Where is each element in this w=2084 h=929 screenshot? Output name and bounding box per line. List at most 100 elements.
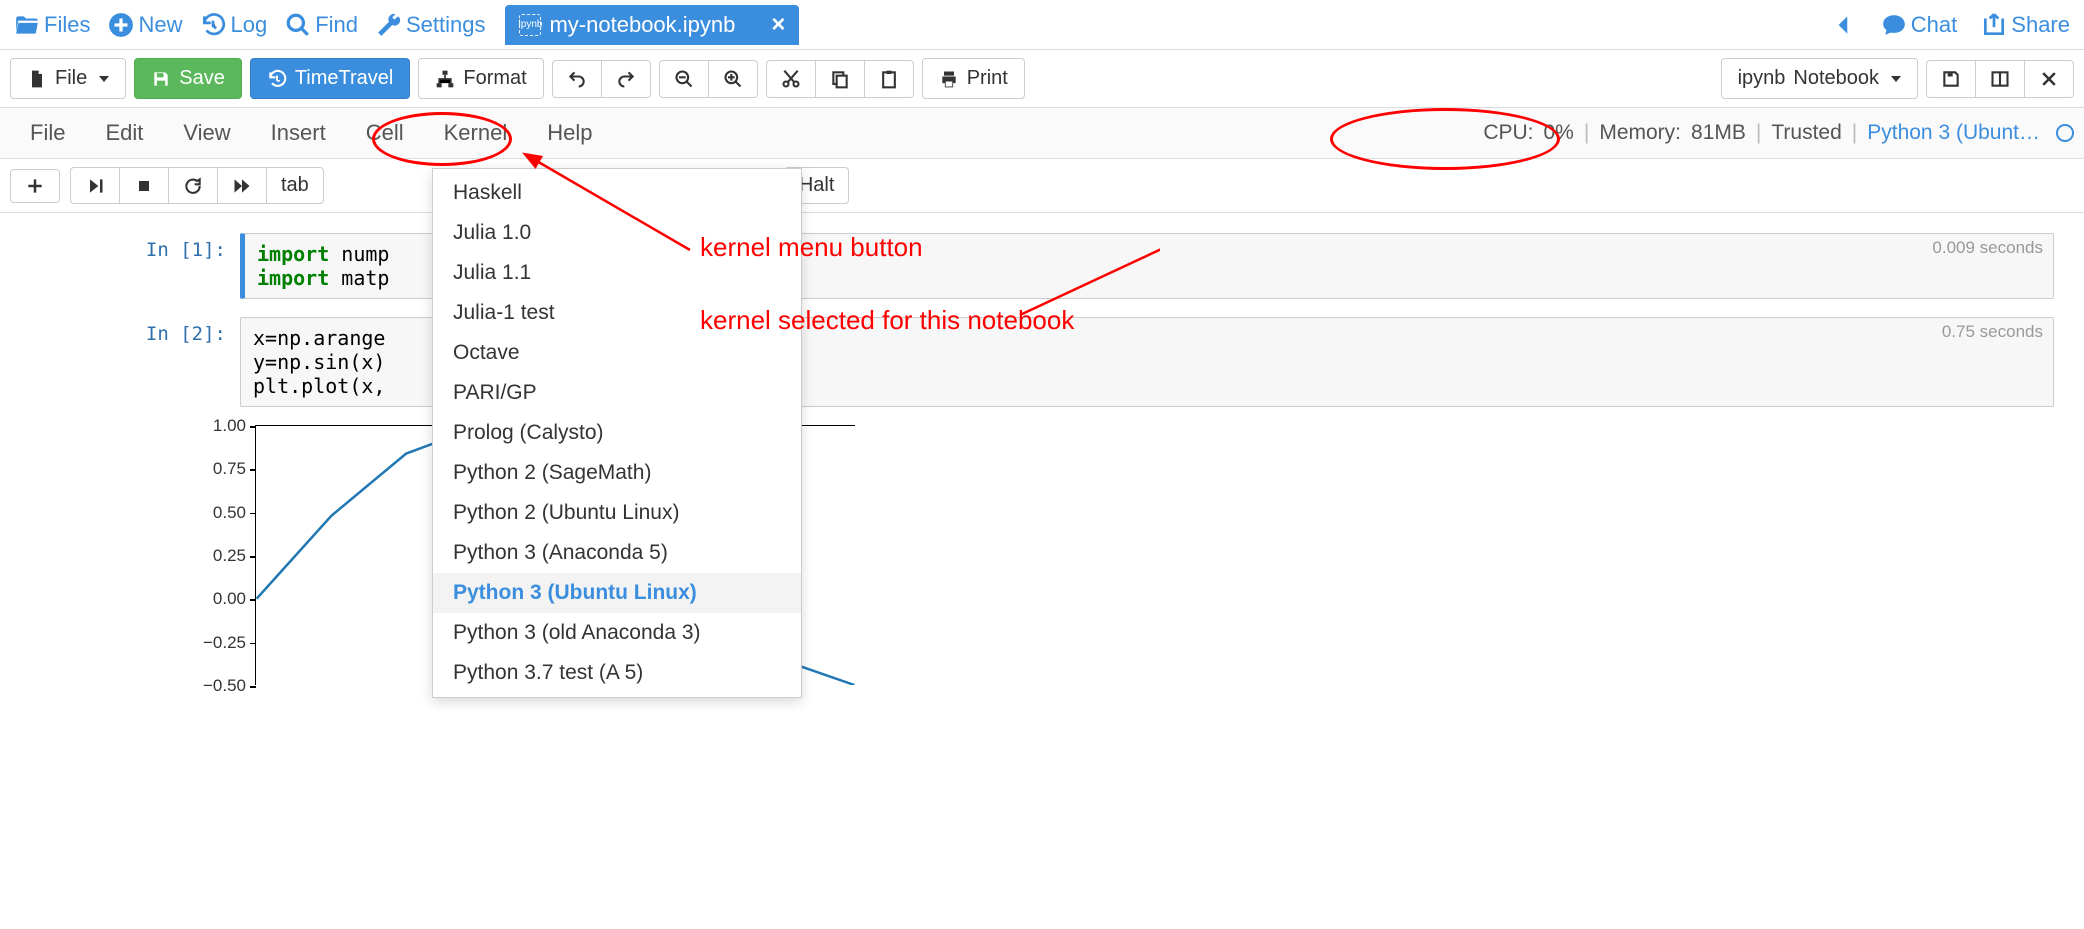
log-link[interactable]: Log	[194, 10, 273, 40]
kernel-indicator[interactable]: Python 3 (Ubunt…	[1867, 121, 2040, 145]
ytick-label: 1.00	[186, 416, 246, 436]
ytick-label: −0.25	[186, 633, 246, 653]
timetravel-button[interactable]: TimeTravel	[250, 58, 411, 99]
chat-link[interactable]: Chat	[1875, 10, 1963, 40]
run-button[interactable]	[70, 167, 119, 204]
settings-link[interactable]: Settings	[370, 10, 492, 40]
back-forward[interactable]	[1825, 10, 1863, 40]
kernel-option[interactable]: Julia 1.1	[433, 253, 801, 293]
print-label: Print	[967, 67, 1008, 90]
stop-button[interactable]	[119, 167, 168, 204]
menu-help[interactable]: Help	[527, 114, 612, 152]
zoom-out-icon	[674, 69, 694, 89]
cpu-value: 0%	[1544, 121, 1574, 145]
cell-timing: 0.75 seconds	[1942, 322, 2043, 342]
share-label: Share	[2011, 12, 2070, 38]
notebook-menubar: FileEditViewInsertCellKernelHelp CPU: 0%…	[0, 108, 2084, 159]
paste-icon	[879, 69, 899, 89]
find-link[interactable]: Find	[279, 10, 364, 40]
ytick-label: 0.25	[186, 546, 246, 566]
kernel-option[interactable]: Python 3.7 test (A 5)	[433, 653, 801, 693]
refresh-icon	[183, 176, 203, 196]
search-icon	[285, 12, 311, 38]
format-label: Format	[463, 67, 526, 90]
menu-view[interactable]: View	[163, 114, 250, 152]
close-tab-icon[interactable]: ×	[771, 11, 785, 39]
kernel-option[interactable]: Python 2 (Ubuntu Linux)	[433, 493, 801, 533]
menu-cell[interactable]: Cell	[346, 114, 424, 152]
print-button[interactable]: Print	[922, 58, 1025, 99]
kernel-option[interactable]: Python 3 (old Anaconda 3)	[433, 613, 801, 653]
log-label: Log	[230, 12, 267, 38]
kernel-option[interactable]: Python 3 (Ubuntu Linux)	[433, 573, 801, 613]
zoom-out-button[interactable]	[659, 60, 708, 98]
save-label: Save	[179, 67, 225, 90]
format-button[interactable]: Format	[418, 58, 543, 99]
kernel-option[interactable]: Python 3 (Anaconda 5)	[433, 533, 801, 573]
history-icon	[267, 69, 287, 89]
insert-cell-button[interactable]	[10, 169, 60, 203]
menu-edit[interactable]: Edit	[85, 114, 163, 152]
kernel-option[interactable]: PARI/GP	[433, 373, 801, 413]
cpu-label: CPU:	[1483, 121, 1533, 145]
notebook-mode-button[interactable]: ipynb Notebook	[1721, 58, 1918, 99]
kernel-status-icon	[2056, 124, 2074, 142]
menu-file[interactable]: File	[10, 114, 85, 152]
code-cell[interactable]: In [2]:0.75 secondsx=np.arange y=np.sin(…	[30, 317, 2054, 407]
menu-kernel[interactable]: Kernel	[424, 114, 528, 152]
trusted-label[interactable]: Trusted	[1771, 121, 1841, 145]
save-alt-button[interactable]	[1926, 60, 1975, 98]
kernel-option[interactable]: Octave	[433, 333, 801, 373]
kernel-option[interactable]: Prolog (Calysto)	[433, 413, 801, 453]
code-cell[interactable]: In [1]:0.009 secondsimport nump import m…	[30, 233, 2054, 299]
sitemap-icon	[435, 69, 455, 89]
new-link[interactable]: New	[102, 10, 188, 40]
copy-icon	[830, 69, 850, 89]
paste-button[interactable]	[864, 60, 914, 98]
plus-circle-icon	[108, 12, 134, 38]
close-panel-button[interactable]	[2024, 60, 2074, 98]
jupyter-small-icon: ipynb	[1738, 67, 1786, 90]
active-tab[interactable]: ipynb my-notebook.ipynb ×	[505, 5, 799, 45]
redo-button[interactable]	[601, 60, 651, 98]
kernel-option[interactable]: Julia 1.0	[433, 213, 801, 253]
cut-button[interactable]	[766, 60, 815, 98]
copy-button[interactable]	[815, 60, 864, 98]
file-icon	[27, 69, 47, 89]
share-link[interactable]: Share	[1975, 10, 2076, 40]
files-label: Files	[44, 12, 90, 38]
save-button[interactable]: Save	[134, 58, 242, 99]
kernel-option[interactable]: Julia-1 test	[433, 293, 801, 333]
caret-down-icon	[99, 76, 109, 82]
restart-button[interactable]	[168, 167, 217, 204]
zoom-in-icon	[723, 69, 743, 89]
ytick-label: 0.00	[186, 589, 246, 609]
run-all-button[interactable]	[217, 167, 266, 204]
zoom-in-button[interactable]	[708, 60, 758, 98]
new-label: New	[138, 12, 182, 38]
find-label: Find	[315, 12, 358, 38]
kernel-option[interactable]: Haskell	[433, 173, 801, 213]
kernel-dropdown[interactable]: HaskellJulia 1.0Julia 1.1Julia-1 testOct…	[432, 168, 802, 698]
ytick-label: 0.50	[186, 503, 246, 523]
main-toolbar: File Save TimeTravel Format	[0, 50, 2084, 108]
file-menu-button[interactable]: File	[10, 58, 126, 99]
plus-icon	[25, 176, 45, 196]
settings-label: Settings	[406, 12, 486, 38]
close-icon	[2039, 69, 2059, 89]
files-link[interactable]: Files	[8, 10, 96, 40]
timetravel-label: TimeTravel	[295, 67, 394, 90]
undo-button[interactable]	[552, 60, 601, 98]
jupyter-icon: ipynb	[519, 14, 541, 36]
ytick-label: −0.50	[186, 676, 246, 696]
chat-label: Chat	[1911, 12, 1957, 38]
step-forward-icon	[85, 176, 105, 196]
tab-button[interactable]: tab	[266, 167, 324, 204]
caret-down-icon	[1891, 76, 1901, 82]
menu-insert[interactable]: Insert	[251, 114, 346, 152]
cell-toolbar: tab Halt	[0, 159, 2084, 213]
split-button[interactable]	[1975, 60, 2024, 98]
wrench-icon	[376, 12, 402, 38]
columns-icon	[1990, 69, 2010, 89]
kernel-option[interactable]: Python 2 (SageMath)	[433, 453, 801, 493]
